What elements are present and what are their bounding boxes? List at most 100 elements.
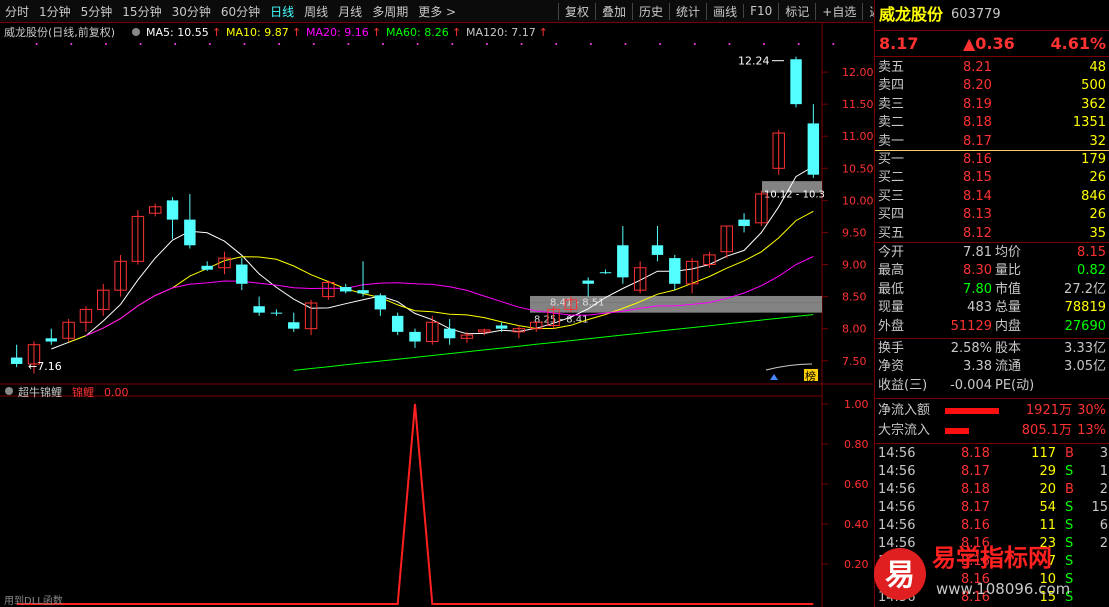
quote-price-row: 8.17 ▲0.36 4.61% [875, 35, 1109, 53]
fin-value: 2.58% [950, 341, 992, 356]
panel-divider [875, 443, 1109, 444]
indicator-series-label: 锦鲤 [72, 385, 94, 399]
candle-body [201, 265, 213, 270]
tick-row-2: 14:56 8.18 20 B 2 [875, 481, 1109, 499]
ask-label: 卖四 [878, 78, 905, 94]
price-change-pct: 4.61% [1050, 34, 1106, 53]
tick-time: 14:56 [878, 500, 916, 515]
bid-label: 买三 [878, 188, 905, 204]
top-marker [589, 43, 592, 45]
stat-key: 内盘 [995, 318, 1022, 334]
stock-name: 威龙股份 [879, 5, 944, 24]
top-marker [624, 43, 627, 45]
price-tick-label: 11.50 [842, 98, 873, 111]
tick-row-3: 14:56 8.17 54 S 15 [875, 499, 1109, 517]
price-change: ▲0.36 [963, 34, 1015, 53]
candle-body [599, 272, 612, 274]
candle-body [340, 286, 352, 292]
candle-body [669, 258, 681, 284]
stat-value: 51129 [950, 318, 992, 334]
watermark-url: www.108096.com [936, 580, 1070, 598]
price-tick-label: 9.00 [842, 259, 867, 272]
watermark-logo-char: 易 [885, 558, 915, 593]
top-marker [278, 43, 281, 45]
flow-pct: 30% [1077, 403, 1106, 418]
tick-price: 8.17 [961, 500, 990, 515]
ask-volume: 48 [1089, 60, 1106, 75]
price-tick-label: 8.50 [842, 291, 867, 304]
bid-label: 买五 [878, 225, 905, 241]
ask-volume: 362 [1081, 96, 1106, 112]
watermark: 易 易学指标网 www.108096.com [874, 544, 1070, 600]
ma-arrow-3: ↑ [452, 26, 461, 39]
ask-label: 卖二 [878, 115, 905, 131]
fin-value: 3.38 [963, 359, 992, 375]
top-marker [174, 43, 177, 45]
fin-row-1: 净资 3.38 流通 3.05亿 [875, 358, 1109, 376]
bid-price: 8.16 [963, 152, 992, 167]
fin-key: 流通 [995, 359, 1022, 375]
ask-label: 卖一 [878, 133, 905, 149]
candle-body [288, 322, 300, 329]
bid-row-2: 买三 8.14 846 [875, 188, 1109, 206]
top-marker [659, 43, 662, 45]
top-marker [35, 43, 38, 45]
bid-label: 买四 [878, 207, 905, 223]
candle-body [651, 245, 664, 255]
tick-count: 2 [1099, 482, 1108, 497]
bid-volume: 35 [1089, 225, 1106, 241]
tick-count: 6 [1099, 518, 1108, 533]
panel-divider [875, 338, 1109, 339]
tick-time: 14:56 [878, 464, 916, 479]
stat-value: 0.82 [1077, 263, 1106, 279]
fin-key: PE(动) [995, 377, 1035, 393]
top-marker [485, 43, 488, 45]
tick-count: 3 [1099, 446, 1108, 461]
bid-volume: 26 [1089, 207, 1106, 223]
top-marker [312, 43, 315, 45]
stat-key: 均价 [995, 245, 1022, 260]
top-marker [382, 43, 385, 45]
stat-key: 市值 [995, 281, 1022, 297]
stat-value: 27690 [1064, 318, 1106, 334]
ask-price: 8.20 [963, 78, 992, 94]
stat-value: 78819 [1064, 300, 1106, 316]
flow-amount: 1921万 [1025, 403, 1072, 418]
bid-row-0: 买一 8.16 179 [875, 151, 1109, 169]
kline-chart-area[interactable]: 威龙股份(日线,前复权) MA5: 10.55 ↑ MA10: 9.87 ↑ MA20: … [0, 0, 873, 607]
stat-key: 量比 [995, 263, 1022, 279]
indicator-tick-label: 0.60 [844, 478, 869, 491]
flow-label: 大宗流入 [878, 423, 931, 438]
ask-row-1: 卖四 8.20 500 [875, 77, 1109, 95]
bid-price: 8.15 [963, 170, 992, 186]
flow-amount: 805.1万 [1021, 423, 1072, 438]
candle-body [166, 200, 179, 220]
candle-body [443, 328, 456, 339]
tick-side: S [1065, 518, 1074, 533]
bid-volume: 846 [1081, 188, 1106, 204]
tick-side: S [1065, 464, 1074, 479]
top-marker [104, 43, 107, 45]
indicator-tick-label: 1.00 [844, 398, 869, 411]
panel-divider [875, 242, 1109, 243]
flow-label: 净流入额 [878, 403, 931, 418]
ma-arrow-0: ↑ [212, 26, 221, 39]
stat-row-3: 现量 483 总量 78819 [875, 299, 1109, 317]
top-marker [70, 43, 73, 45]
fin-key: 换手 [878, 341, 905, 356]
chart-title: 威龙股份(日线,前复权) [4, 25, 115, 39]
quote-panel: 威龙股份 603779 8.17 ▲0.36 4.61% 卖五 8.21 48 卖四 8.20 50… [874, 0, 1109, 607]
indicator-settings-icon [5, 387, 13, 395]
indicator-line [16, 403, 814, 605]
ask-price: 8.21 [963, 60, 992, 75]
candle-body [582, 280, 594, 284]
tick-time: 14:56 [878, 482, 916, 497]
top-marker [451, 43, 454, 45]
fin-key: 收益(三) [878, 377, 928, 393]
tick-side: B [1065, 446, 1074, 461]
candle-body [790, 59, 802, 105]
bid-row-4: 买五 8.12 35 [875, 225, 1109, 243]
candle-body [10, 357, 23, 364]
tick-volume: 117 [1031, 446, 1056, 461]
candle-body [391, 315, 404, 332]
